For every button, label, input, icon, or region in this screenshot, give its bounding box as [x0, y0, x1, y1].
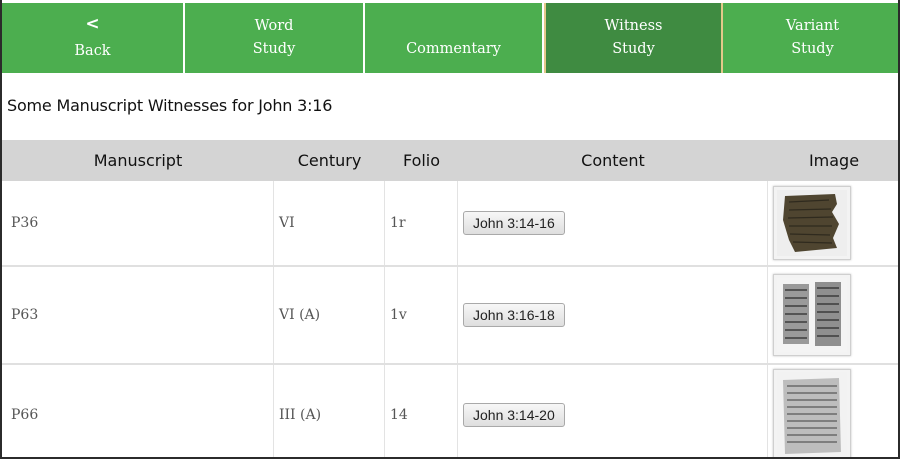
content-button[interactable]: John 3:16-18 [463, 303, 565, 327]
cell-folio: 1r [385, 181, 458, 265]
back-button[interactable]: < Back [2, 3, 185, 73]
top-nav: < Back Word Study Commentary Witness Stu… [2, 0, 898, 73]
tab-variant-study-line2: Study [791, 41, 834, 57]
content-button[interactable]: John 3:14-20 [463, 403, 565, 427]
manuscript-thumbnail[interactable] [773, 186, 851, 260]
cell-content: John 3:14-16 [458, 181, 768, 265]
tab-word-study[interactable]: Word Study [185, 3, 365, 73]
table-header: Manuscript Century Folio Content Image [2, 140, 898, 181]
header-image: Image [808, 151, 860, 170]
back-label: Back [74, 42, 111, 59]
tab-word-study-line1: Word [254, 18, 294, 34]
header-century: Century [297, 151, 362, 170]
table-row: P66 III (A) 14 John 3:14-20 [2, 365, 898, 457]
tab-witness-study-line1: Witness [604, 18, 663, 34]
header-content: Content [581, 151, 645, 170]
papyrus-fragment-icon [777, 278, 847, 352]
cell-content: John 3:16-18 [458, 267, 768, 363]
header-folio: Folio [402, 151, 441, 170]
tab-commentary[interactable]: Commentary [365, 3, 544, 73]
manuscript-table: Manuscript Century Folio Content Image P… [2, 140, 898, 457]
cell-image [768, 365, 898, 457]
tab-witness-study-line2: Study [612, 41, 655, 57]
manuscript-thumbnail[interactable] [773, 274, 851, 356]
cell-century: VI (A) [274, 267, 385, 363]
table-row: P36 VI 1r John 3:14-16 [2, 181, 898, 267]
papyrus-fragment-icon [777, 372, 847, 456]
tab-witness-study[interactable]: Witness Study [544, 3, 723, 73]
papyrus-fragment-icon [777, 190, 847, 256]
manuscript-thumbnail[interactable] [773, 369, 851, 457]
tab-variant-study-line1: Variant [785, 18, 840, 34]
cell-manuscript: P63 [2, 267, 274, 363]
cell-century: III (A) [274, 365, 385, 457]
cell-manuscript: P66 [2, 365, 274, 457]
cell-manuscript: P36 [2, 181, 274, 265]
tab-word-study-line2: Study [252, 41, 296, 57]
header-manuscript: Manuscript [93, 151, 183, 170]
back-chevron-icon: < [85, 13, 100, 34]
cell-century: VI [274, 181, 385, 265]
tab-variant-study[interactable]: Variant Study [723, 3, 898, 73]
tab-commentary-label: Commentary [406, 41, 501, 57]
content-button[interactable]: John 3:14-16 [463, 211, 565, 235]
table-row: P63 VI (A) 1v John 3:16-18 [2, 267, 898, 365]
cell-image [768, 181, 898, 265]
page-frame: < Back Word Study Commentary Witness Stu… [0, 0, 900, 459]
cell-folio: 1v [385, 267, 458, 363]
page-heading: Some Manuscript Witnesses for John 3:16 [7, 96, 333, 115]
cell-content: John 3:14-20 [458, 365, 768, 457]
cell-image [768, 267, 898, 363]
cell-folio: 14 [385, 365, 458, 457]
